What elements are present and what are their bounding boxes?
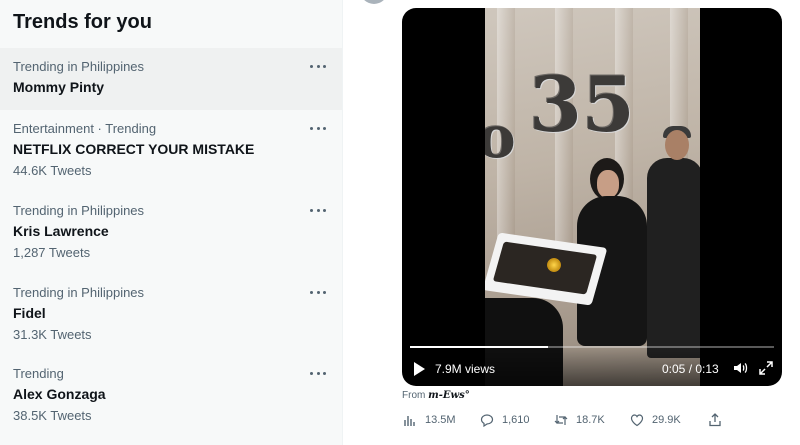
trend-count: 31.3K Tweets [13,327,92,342]
video-time: 0:05 / 0:13 [662,362,719,376]
trend-meta: Trending [13,366,64,381]
video-player[interactable]: o 35 7.9M views 0:05 / 0:13 [402,8,782,386]
trend-item[interactable]: Trending in Philippines Fidel 31.3K Twee… [0,274,342,352]
analytics-icon [404,416,415,426]
share-icon [709,413,721,427]
volume-icon[interactable] [732,360,748,376]
reply-button[interactable]: 1,610 [480,410,530,430]
more-horizontal-icon[interactable] [307,121,329,135]
trend-meta: Trending in Philippines [13,203,145,218]
retweet-count: 18.7K [576,414,605,426]
trend-count: 1,287 Tweets [13,245,91,260]
reply-count: 1,610 [502,414,530,426]
source-prefix: From [402,390,426,401]
trends-title: Trends for you [13,11,152,33]
source-brand[interactable]: m-Ews° [428,390,470,401]
more-horizontal-icon[interactable] [307,366,329,380]
play-icon[interactable] [414,362,425,376]
share-button[interactable] [708,410,722,430]
trend-item[interactable]: Trending Alex Gonzaga 38.5K Tweets [0,355,342,433]
heart-icon [630,414,644,427]
retweet-icon [554,415,568,425]
trend-item[interactable]: Entertainment · Trending NETFLIX CORRECT… [0,110,342,188]
trend-count: 44.6K Tweets [13,163,92,178]
trend-count: 38.5K Tweets [13,408,92,423]
retweet-button[interactable]: 18.7K [554,410,605,430]
trend-meta: Trending in Philippines [13,285,145,300]
trend-name: Mommy Pinty [13,79,105,95]
trend-name: Fidel [13,305,46,321]
analytics-count: 13.5M [425,414,456,426]
trend-name: Alex Gonzaga [13,386,106,402]
trend-meta: Trending in Philippines [13,59,145,74]
video-progress-bar[interactable] [410,346,774,348]
trend-name: Kris Lawrence [13,223,109,239]
reply-icon [480,414,494,427]
more-horizontal-icon[interactable] [307,59,329,73]
fullscreen-icon[interactable] [758,360,774,376]
trend-item[interactable]: Trending in Philippines Mommy Pinty [0,48,342,110]
like-button[interactable]: 29.9K [630,410,681,430]
tweet-actions: 13.5M 1,610 18.7K 29.9K [400,410,730,430]
analytics-button[interactable]: 13.5M [403,410,456,430]
trend-meta: Entertainment · Trending [13,121,157,136]
trend-name: NETFLIX CORRECT YOUR MISTAKE [13,141,255,157]
video-progress-fill [410,346,549,348]
trends-panel: Trends for you Trending in Philippines M… [0,0,343,445]
video-frame: o 35 [485,8,700,386]
video-source: From m-Ews° [402,390,470,401]
like-count: 29.9K [652,414,681,426]
trend-item[interactable]: Trending in Philippines Kris Lawrence 1,… [0,192,342,270]
more-horizontal-icon[interactable] [307,285,329,299]
more-horizontal-icon[interactable] [307,203,329,217]
avatar[interactable] [360,0,388,4]
video-controls: 7.9M views 0:05 / 0:13 [402,354,782,384]
view-count: 7.9M views [435,362,496,376]
